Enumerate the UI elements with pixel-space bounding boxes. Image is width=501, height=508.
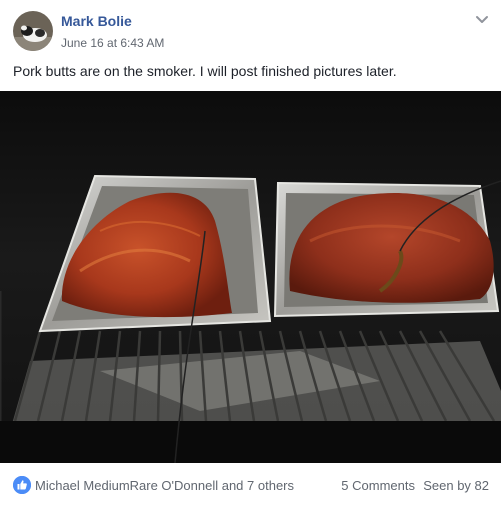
post-photo[interactable] (0, 91, 501, 463)
author-name[interactable]: Mark Bolie (61, 13, 132, 29)
post-timestamp[interactable]: June 16 at 6:43 AM (61, 36, 164, 50)
like-thumbs-up-icon (13, 476, 31, 494)
post-header: Mark Bolie June 16 at 6:43 AM (0, 0, 501, 56)
post-text: Pork butts are on the smoker. I will pos… (13, 63, 397, 79)
dog-avatar-icon (13, 11, 53, 51)
post-footer: Michael MediumRare O'Donnell and 7 other… (0, 463, 501, 508)
chevron-down-icon[interactable] (475, 15, 489, 25)
author-avatar[interactable] (13, 11, 53, 51)
reactions-summary[interactable]: Michael MediumRare O'Donnell and 7 other… (35, 478, 294, 493)
post-card: Mark Bolie June 16 at 6:43 AM Pork butts… (0, 0, 501, 508)
comments-count[interactable]: 5 Comments (341, 478, 415, 493)
thumbs-up-icon (13, 476, 31, 494)
seen-count: Seen by 82 (423, 478, 489, 493)
